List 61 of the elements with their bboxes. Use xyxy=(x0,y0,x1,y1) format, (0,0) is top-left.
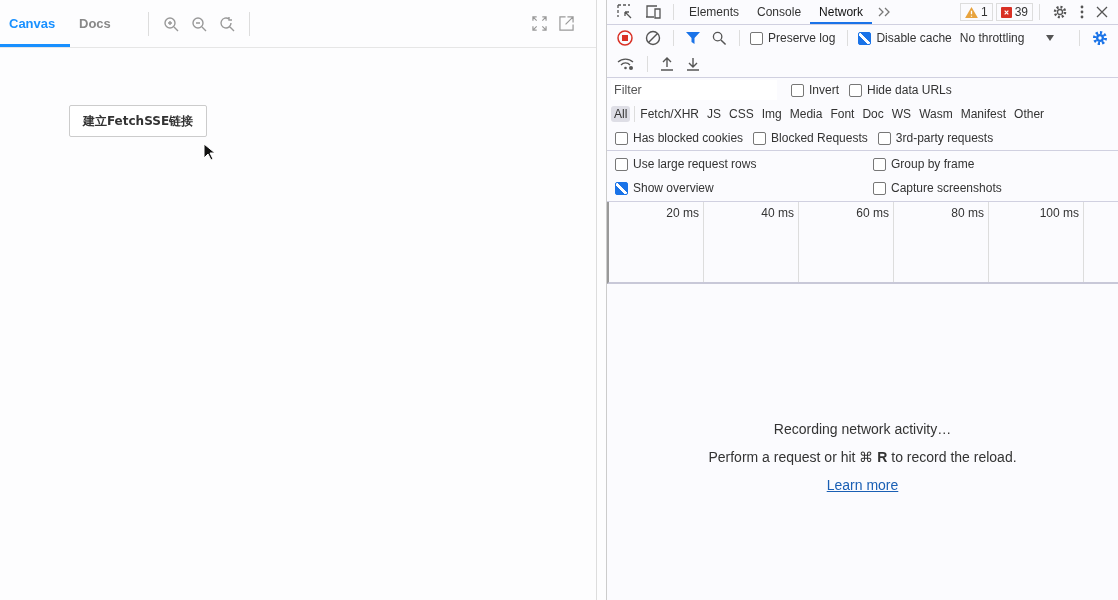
network-setting-checkbox[interactable]: Group by frame xyxy=(873,157,1108,171)
error-icon xyxy=(1000,6,1012,18)
close-icon[interactable] xyxy=(1096,6,1108,18)
devtools-tab[interactable]: Network xyxy=(810,0,873,24)
errors-counter[interactable]: 39 xyxy=(995,3,1033,21)
filter-option-checkbox[interactable]: Invert xyxy=(791,83,839,97)
request-type-filter[interactable]: Media xyxy=(786,106,826,122)
request-type-filter[interactable]: WS xyxy=(888,106,915,122)
settings-icon[interactable] xyxy=(1052,4,1068,20)
blocked-filter-checkbox[interactable]: Blocked Requests xyxy=(753,131,868,145)
network-setting-checkbox[interactable]: Show overview xyxy=(615,181,863,195)
timeline-tick-label: 20 ms xyxy=(666,206,699,220)
devtools-tab[interactable]: Console xyxy=(748,0,811,24)
request-type-filter[interactable]: Fetch/XHR xyxy=(637,106,703,122)
request-type-filter[interactable]: Manifest xyxy=(957,106,1010,122)
blocked-filter-checkbox[interactable]: Has blocked cookies xyxy=(615,131,744,145)
request-type-filter[interactable]: Other xyxy=(1011,106,1048,122)
request-type-filter[interactable]: Img xyxy=(758,106,785,122)
timeline-tick-label: 80 ms xyxy=(951,206,984,220)
warnings-counter[interactable]: 1 xyxy=(959,3,993,21)
dropdown-caret-icon xyxy=(1046,35,1055,41)
device-toolbar-icon[interactable] xyxy=(645,4,661,20)
warning-icon xyxy=(964,6,978,18)
devtools-tab[interactable]: Elements xyxy=(680,0,749,24)
throttling-dropdown[interactable]: No throttling xyxy=(959,31,1055,45)
request-type-filter[interactable]: All xyxy=(611,106,631,122)
timeline-tick-label: 100 ms xyxy=(1039,206,1079,220)
request-type-filter[interactable]: Font xyxy=(827,106,858,122)
zoom-in-icon[interactable] xyxy=(163,15,179,32)
network-setting-checkbox[interactable]: Use large request rows xyxy=(615,157,863,171)
mouse-cursor-icon xyxy=(203,143,215,161)
more-options-icon[interactable] xyxy=(1080,5,1084,19)
request-type-filter[interactable]: Doc xyxy=(859,106,887,122)
upload-icon[interactable] xyxy=(660,57,674,71)
preserve-log-checkbox[interactable]: Preserve log xyxy=(750,31,836,45)
search-icon[interactable] xyxy=(712,30,727,46)
network-setting-checkbox[interactable]: Capture screenshots xyxy=(873,181,1108,195)
request-type-filter[interactable]: JS xyxy=(704,106,725,122)
timeline-tick-label: 60 ms xyxy=(856,206,889,220)
timeline-tick-label: 40 ms xyxy=(761,206,794,220)
learn-more-link[interactable]: Learn more xyxy=(826,477,899,493)
filter-option-checkbox[interactable]: Hide data URLs xyxy=(849,83,952,97)
download-icon[interactable] xyxy=(686,57,700,71)
request-type-filter[interactable]: Wasm xyxy=(916,106,956,122)
filter-field[interactable]: Filter xyxy=(611,80,777,100)
zoom-out-icon[interactable] xyxy=(191,15,207,32)
record-icon[interactable] xyxy=(617,30,633,46)
filter-icon[interactable] xyxy=(686,31,700,45)
clear-icon[interactable] xyxy=(645,30,661,46)
network-conditions-icon[interactable] xyxy=(617,57,635,71)
network-settings-icon[interactable] xyxy=(1092,30,1108,46)
inspect-element-icon[interactable] xyxy=(617,4,633,20)
empty-state-title: Recording network activity… xyxy=(773,421,952,437)
request-type-filter[interactable]: CSS xyxy=(726,106,757,122)
fetch-sse-button[interactable]: 建立FetchSSE链接 xyxy=(69,105,207,137)
blocked-filter-checkbox[interactable]: 3rd-party requests xyxy=(877,131,994,145)
disable-cache-checkbox[interactable]: Disable cache xyxy=(858,31,952,45)
fullscreen-icon[interactable] xyxy=(532,16,547,31)
empty-state-hint: Perform a request or hit ⌘ R to record the reload. xyxy=(708,449,1017,465)
open-external-icon[interactable] xyxy=(559,16,574,31)
reset-zoom-icon[interactable] xyxy=(219,15,235,32)
